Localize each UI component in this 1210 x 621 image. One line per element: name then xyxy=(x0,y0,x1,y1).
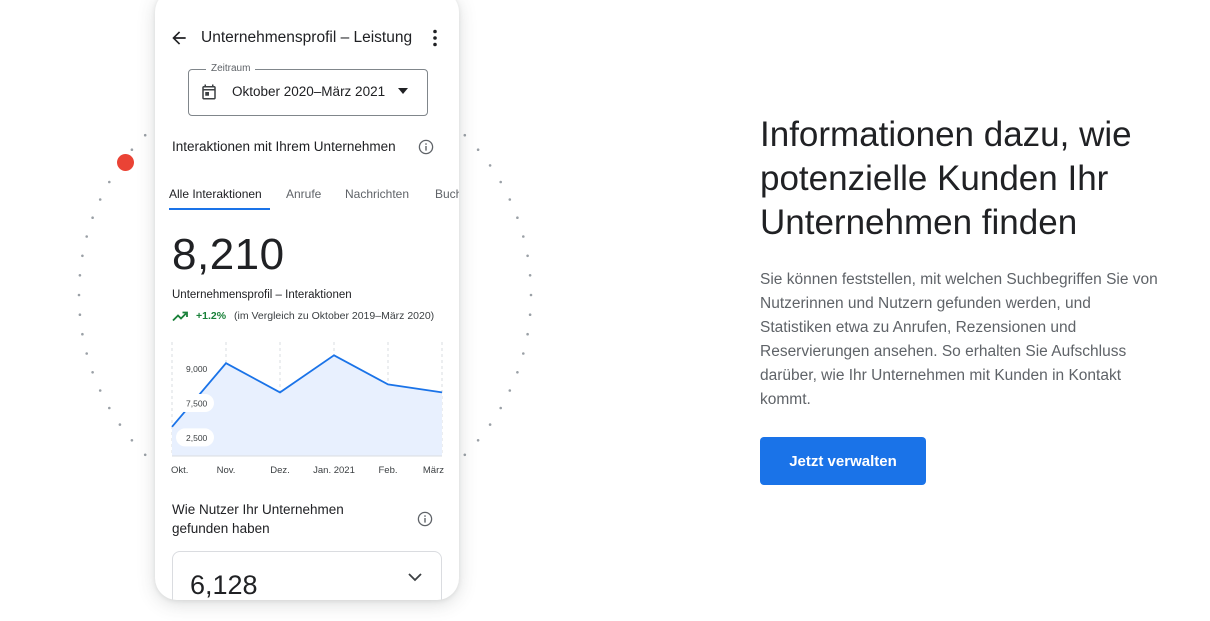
ring-dot xyxy=(77,293,81,297)
date-range-select[interactable]: Zeitraum Oktober 2020–März 2021 xyxy=(188,63,428,116)
y-tick-label: 9,000 xyxy=(186,364,208,374)
x-tick-label: Nov. xyxy=(217,465,236,476)
tab-all-interactions[interactable]: Alle Interaktionen xyxy=(169,186,262,202)
x-tick-label: Dez. xyxy=(270,465,290,476)
ring-dot xyxy=(528,274,532,277)
interactions-section-title: Interaktionen mit Ihrem Unternehmen xyxy=(172,139,396,154)
metric-label: Unternehmensprofil – Interaktionen xyxy=(172,289,352,301)
y-tick-label: 7,500 xyxy=(186,399,208,409)
ring-dot xyxy=(91,371,94,374)
ring-dot xyxy=(526,332,529,336)
back-arrow-icon[interactable] xyxy=(169,28,189,48)
x-tick-label: Feb. xyxy=(378,465,397,476)
manage-now-button[interactable]: Jetzt verwalten xyxy=(760,437,926,485)
ring-dot xyxy=(528,313,532,317)
ring-dot xyxy=(78,274,82,277)
page-title: Unternehmensprofil – Leistung xyxy=(201,29,413,46)
ring-dot xyxy=(85,352,88,355)
found-summary-card[interactable]: 6,128 xyxy=(172,551,442,600)
ring-dot xyxy=(463,133,467,137)
ring-dot xyxy=(78,313,82,317)
more-vert-icon[interactable] xyxy=(427,28,443,48)
calendar-icon xyxy=(202,84,216,100)
x-tick-label: März xyxy=(423,465,444,476)
ring-dot xyxy=(143,453,147,457)
ring-dot xyxy=(516,371,519,374)
ring-dot xyxy=(499,180,503,184)
y-tick-label: 2,500 xyxy=(186,433,208,443)
ring-dot xyxy=(81,332,84,336)
ring-dot xyxy=(118,423,122,426)
ring-dot xyxy=(130,148,134,151)
ring-dot xyxy=(476,148,480,151)
ring-dot xyxy=(522,352,525,355)
promo-heading: Informationen dazu, wie potenzielle Kund… xyxy=(760,115,1132,242)
ring-dot xyxy=(488,164,492,167)
interactions-chart: 9,000 7,500 2,500 Okt. Nov. Dez. Jan. 2021 Feb.… xyxy=(171,342,444,476)
tab-bookings[interactable]: Buch xyxy=(435,186,459,202)
trend-comparison: (im Vergleich zu Oktober 2019–März 2020) xyxy=(234,310,435,322)
ring-dot xyxy=(488,423,492,426)
ring-dot xyxy=(529,293,533,297)
ring-dot xyxy=(108,406,111,410)
x-tick-label: Okt. xyxy=(171,465,188,476)
info-icon[interactable] xyxy=(417,511,433,527)
tab-messages[interactable]: Nachrichten xyxy=(345,186,409,202)
ring-dot xyxy=(81,254,84,258)
ring-dot xyxy=(499,406,503,410)
ring-dot xyxy=(508,198,512,201)
active-tab-indicator xyxy=(169,208,270,210)
ring-dot xyxy=(463,453,467,457)
ring-dot xyxy=(98,198,102,201)
found-total-value: 6,128 xyxy=(190,570,258,600)
ring-dot xyxy=(508,389,512,392)
trend-value: +1.2% xyxy=(196,310,227,322)
ring-dot xyxy=(522,235,525,238)
total-interactions-value: 8,210 xyxy=(172,230,285,279)
dropdown-caret-icon xyxy=(398,88,408,94)
trending-up-icon xyxy=(172,311,188,322)
ring-dot xyxy=(98,389,102,392)
found-section-title: Wie Nutzer Ihr Unternehmen gefunden habe… xyxy=(172,502,344,536)
phone-mockup: Unternehmensprofil – Leistung Zeitraum O… xyxy=(155,0,459,600)
ring-dot xyxy=(85,235,88,238)
ring-dot xyxy=(91,216,94,219)
date-range-label: Zeitraum xyxy=(206,63,256,75)
promo-description: Sie können feststellen, mit welchen Such… xyxy=(760,271,1158,408)
interaction-tabs: Alle Interaktionen Anrufe Nachrichten Bu… xyxy=(155,186,459,212)
ring-dot xyxy=(130,439,134,442)
ring-dot xyxy=(108,180,111,184)
info-icon[interactable] xyxy=(418,139,434,155)
chevron-down-icon[interactable] xyxy=(408,573,422,582)
app-bar: Unternehmensprofil – Leistung xyxy=(155,28,459,68)
date-range-value: Oktober 2020–März 2021 xyxy=(232,84,386,99)
x-tick-label: Jan. 2021 xyxy=(313,465,355,476)
tab-calls[interactable]: Anrufe xyxy=(286,186,321,202)
red-dot-decoration xyxy=(117,154,134,171)
ring-dot xyxy=(143,133,147,137)
ring-dot xyxy=(526,254,529,258)
ring-dot xyxy=(516,216,519,219)
ring-dot xyxy=(476,439,480,442)
